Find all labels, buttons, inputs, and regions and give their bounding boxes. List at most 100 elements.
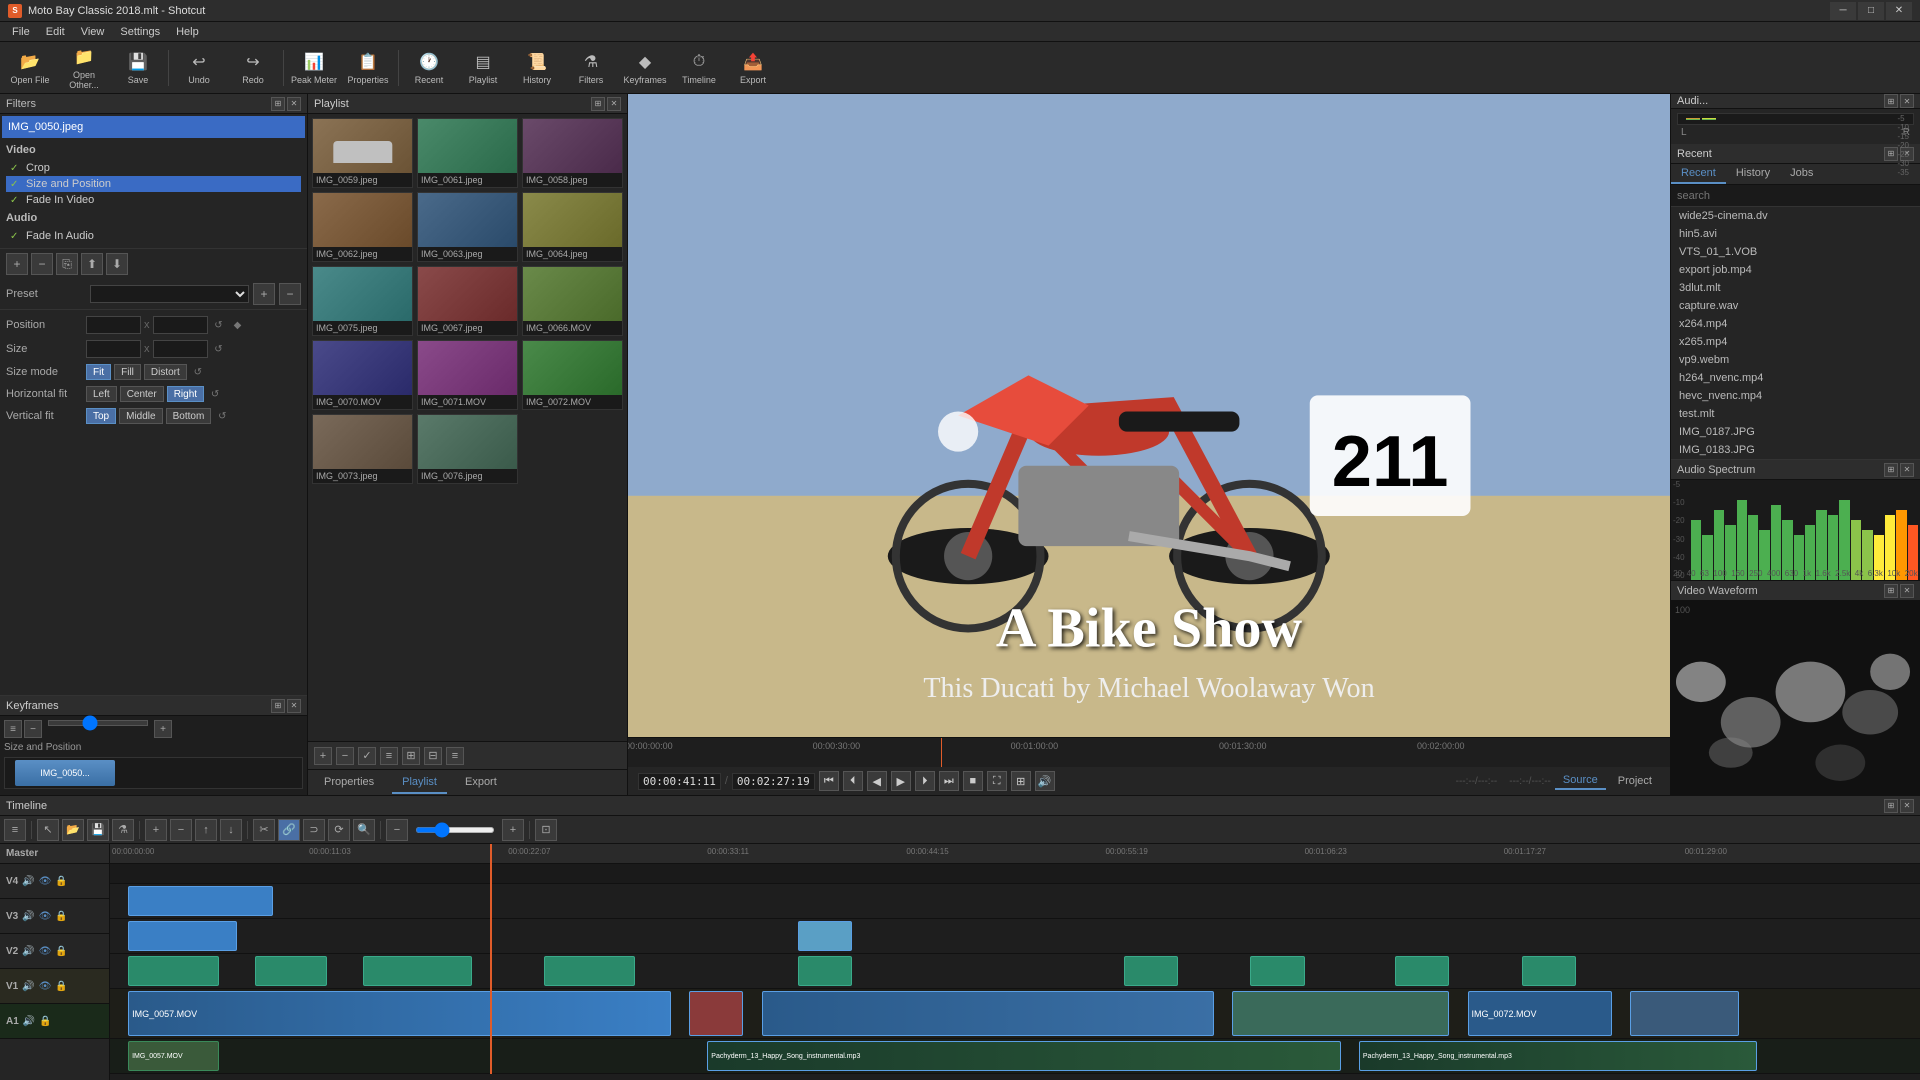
v1-clip-3[interactable]: [762, 991, 1215, 1036]
tl-zoom-fit-button[interactable]: ⊡: [535, 819, 557, 841]
v2-clip-2[interactable]: [255, 956, 327, 986]
history-button[interactable]: 📜 History: [511, 44, 563, 92]
filter-size-position[interactable]: ✓ Size and Position: [6, 176, 301, 192]
v2-clip-3[interactable]: [363, 956, 472, 986]
grid-button[interactable]: ⊞: [1011, 771, 1031, 791]
size-reset-button[interactable]: ↺: [211, 341, 227, 357]
preset-select[interactable]: [90, 285, 249, 303]
tl-ripple-button[interactable]: ⊃: [303, 819, 325, 841]
spectrum-close-button[interactable]: ✕: [1900, 463, 1914, 477]
open-file-button[interactable]: 📂 Open File: [4, 44, 56, 92]
tl-zoom-slider[interactable]: [415, 827, 495, 833]
tl-split-button[interactable]: ✂: [253, 819, 275, 841]
filter-fade-in-video[interactable]: ✓ Fade In Video: [6, 192, 301, 208]
v3-clip-1[interactable]: [128, 921, 237, 951]
timeline-button[interactable]: ⏱ Timeline: [673, 44, 725, 92]
move-up-filter-button[interactable]: ⬆: [81, 253, 103, 275]
v3-audio-icon[interactable]: 🔊: [22, 911, 34, 922]
timeline-close-button[interactable]: ✕: [1900, 799, 1914, 813]
timeline-expand-button[interactable]: ⊞: [1884, 799, 1898, 813]
filters-expand-button[interactable]: ⊞: [271, 97, 285, 111]
v2-lock-icon[interactable]: 🔒: [55, 946, 67, 957]
recent-tab-jobs[interactable]: Jobs: [1780, 164, 1823, 184]
v1-clip-4[interactable]: [1232, 991, 1449, 1036]
v2-visible-icon[interactable]: 👁: [39, 946, 52, 957]
horiz-center-button[interactable]: Center: [120, 386, 164, 402]
recent-expand-button[interactable]: ⊞: [1884, 147, 1898, 161]
keyframes-button[interactable]: ◆ Keyframes: [619, 44, 671, 92]
play-rev-button[interactable]: ◀: [867, 771, 887, 791]
recent-item-9[interactable]: h264_nvenc.mp4: [1671, 369, 1920, 387]
size-mode-distort[interactable]: Distort: [144, 364, 187, 380]
tl-filter-button[interactable]: ⚗: [112, 819, 134, 841]
v2-audio-icon[interactable]: 🔊: [22, 946, 34, 957]
menu-view[interactable]: View: [73, 24, 113, 40]
v3-visible-icon[interactable]: 👁: [39, 911, 52, 922]
playlist-item-0061[interactable]: IMG_0061.jpeg: [417, 118, 518, 188]
v4-lock-icon[interactable]: 🔒: [55, 876, 67, 887]
tl-remove-button[interactable]: −: [170, 819, 192, 841]
source-button[interactable]: Source: [1555, 772, 1606, 790]
size-mode-fit[interactable]: Fit: [86, 364, 111, 380]
recent-item-6[interactable]: x264.mp4: [1671, 315, 1920, 333]
v3-lock-icon[interactable]: 🔒: [55, 911, 67, 922]
menu-file[interactable]: File: [4, 24, 38, 40]
preset-add-button[interactable]: +: [253, 283, 275, 305]
playlist-item-0075[interactable]: IMG_0075.jpeg: [312, 266, 413, 336]
playlist-item-0064[interactable]: IMG_0064.jpeg: [522, 192, 623, 262]
pl-check-button[interactable]: ✓: [358, 747, 376, 765]
tl-snap-button[interactable]: 🔗: [278, 819, 300, 841]
position-y-input[interactable]: -26: [153, 316, 208, 334]
skip-end-button[interactable]: ⏭: [939, 771, 959, 791]
v4-clip-1[interactable]: [128, 886, 273, 916]
v2-clip-4[interactable]: [544, 956, 635, 986]
position-x-input[interactable]: -47: [86, 316, 141, 334]
tab-playlist[interactable]: Playlist: [392, 772, 447, 794]
playlist-close-button[interactable]: ✕: [607, 97, 621, 111]
tab-export[interactable]: Export: [455, 772, 507, 794]
skip-start-button[interactable]: ⏮: [819, 771, 839, 791]
size-mode-reset-button[interactable]: ↺: [190, 364, 206, 380]
add-filter-button[interactable]: +: [6, 253, 28, 275]
vert-middle-button[interactable]: Middle: [119, 408, 162, 424]
v2-clip-9[interactable]: [1522, 956, 1576, 986]
tl-menu-button[interactable]: ≡: [4, 819, 26, 841]
audio-expand-button[interactable]: ⊞: [1884, 94, 1898, 108]
pl-details-button[interactable]: ⊟: [424, 747, 442, 765]
v1-lock-icon[interactable]: 🔒: [55, 981, 67, 992]
v1-mov-072[interactable]: IMG_0072.MOV: [1468, 991, 1613, 1036]
stop-button[interactable]: ■: [963, 771, 983, 791]
position-keyframe-button[interactable]: ◆: [230, 317, 246, 333]
keyframes-close-button[interactable]: ✕: [287, 699, 301, 713]
pl-menu-button[interactable]: ≡: [446, 747, 464, 765]
maximize-button[interactable]: □: [1858, 2, 1884, 20]
recent-item-12[interactable]: IMG_0187.JPG: [1671, 423, 1920, 441]
horiz-reset-button[interactable]: ↺: [207, 386, 223, 402]
recent-item-13[interactable]: IMG_0183.JPG: [1671, 441, 1920, 459]
recent-button[interactable]: 🕐 Recent: [403, 44, 455, 92]
recent-item-1[interactable]: hin5.avi: [1671, 225, 1920, 243]
tab-properties[interactable]: Properties: [314, 772, 384, 794]
project-button[interactable]: Project: [1610, 773, 1660, 789]
audio-close-button[interactable]: ✕: [1900, 94, 1914, 108]
recent-item-5[interactable]: capture.wav: [1671, 297, 1920, 315]
pl-add-button[interactable]: +: [314, 747, 332, 765]
tl-overwrite-button[interactable]: ↓: [220, 819, 242, 841]
menu-edit[interactable]: Edit: [38, 24, 73, 40]
recent-item-7[interactable]: x265.mp4: [1671, 333, 1920, 351]
v1-clip-2[interactable]: [689, 991, 743, 1036]
properties-button[interactable]: 📋 Properties: [342, 44, 394, 92]
position-reset-button[interactable]: ↺: [211, 317, 227, 333]
tl-zoom-out-button[interactable]: −: [386, 819, 408, 841]
recent-tab-recent[interactable]: Recent: [1671, 164, 1726, 184]
open-other-button[interactable]: 📁 Open Other...: [58, 44, 110, 92]
v1-main-clip[interactable]: IMG_0057.MOV: [128, 991, 671, 1036]
a1-lock-icon[interactable]: 🔒: [39, 1016, 51, 1027]
save-button[interactable]: 💾 Save: [112, 44, 164, 92]
kf-zoom-in-button[interactable]: +: [154, 720, 172, 738]
playlist-item-0059[interactable]: IMG_0059.jpeg: [312, 118, 413, 188]
playlist-item-0058[interactable]: IMG_0058.jpeg: [522, 118, 623, 188]
preset-remove-button[interactable]: −: [279, 283, 301, 305]
recent-search-input[interactable]: [1671, 185, 1920, 207]
waveform-close-button[interactable]: ✕: [1900, 584, 1914, 598]
